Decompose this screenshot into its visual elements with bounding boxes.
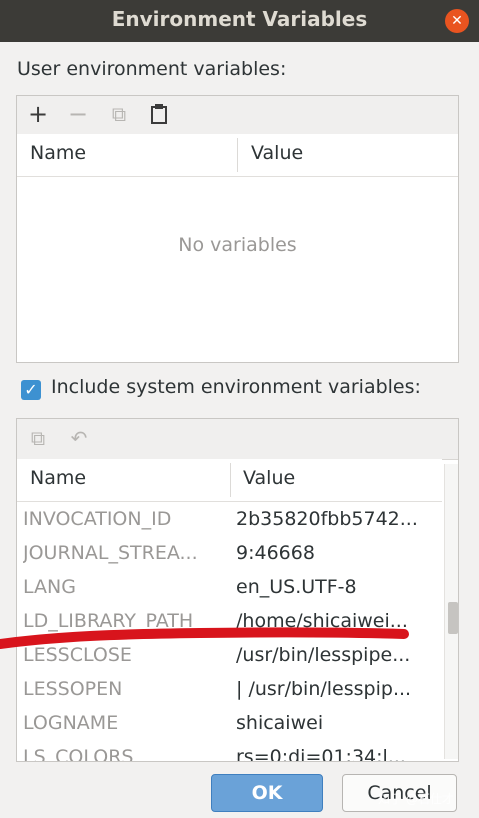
paste-icon[interactable] [148, 103, 170, 125]
remove-icon[interactable]: − [67, 102, 89, 126]
column-divider[interactable] [237, 138, 238, 172]
user-variables-toolbar: + − ⧉ [17, 96, 458, 135]
include-system-label[interactable]: Include system environment variables: [51, 376, 421, 398]
system-variables-panel: ⧉ ↶ Name Value INVOCATION_ID 2b35820fbb5… [16, 418, 459, 762]
close-icon[interactable]: ✕ [445, 9, 469, 33]
variable-value: en_US.UTF-8 [236, 576, 357, 598]
column-divider[interactable] [230, 463, 231, 497]
copy-icon[interactable]: ⧉ [108, 103, 130, 125]
system-variables-header: Name Value [17, 459, 442, 502]
system-name-column-header[interactable]: Name [30, 467, 86, 489]
table-row[interactable]: INVOCATION_ID 2b35820fbb5742... [17, 504, 443, 538]
empty-state-message: No variables [178, 234, 297, 256]
variable-value: | /usr/bin/lesspip... [236, 678, 412, 700]
watermark: 知乎 @石仕才 [378, 792, 454, 806]
variable-name: LOGNAME [23, 712, 119, 734]
undo-icon[interactable]: ↶ [68, 427, 90, 449]
variable-value: 2b35820fbb5742... [236, 508, 418, 530]
user-variables-panel: + − ⧉ Name Value No variables [16, 95, 459, 363]
variable-name: LANG [23, 576, 76, 598]
copy-icon[interactable]: ⧉ [27, 427, 49, 449]
system-value-column-header[interactable]: Value [243, 467, 295, 489]
window-title: Environment Variables [111, 7, 368, 31]
variable-value: 9:46668 [236, 542, 315, 564]
include-system-checkbox[interactable]: ✓ [21, 380, 41, 400]
table-row[interactable]: LS_COLORS rs=0:di=01;34:l... [17, 742, 443, 762]
user-variables-label: User environment variables: [17, 58, 287, 80]
table-row[interactable]: LESSOPEN | /usr/bin/lesspip... [17, 674, 443, 708]
variable-value: shicaiwei [236, 712, 324, 734]
system-variables-toolbar: ⧉ ↶ [17, 419, 458, 460]
add-icon[interactable]: + [27, 102, 49, 126]
title-bar: Environment Variables ✕ [0, 0, 479, 42]
user-value-column-header[interactable]: Value [251, 142, 303, 164]
clipboard-icon-graphic [151, 104, 167, 124]
variable-name: LS_COLORS [23, 746, 134, 762]
table-row[interactable]: JOURNAL_STREA... 9:46668 [17, 538, 443, 572]
table-row[interactable]: LOGNAME shicaiwei [17, 708, 443, 742]
variable-name: LESSOPEN [23, 678, 123, 700]
ok-button[interactable]: OK [211, 774, 323, 812]
variable-name: INVOCATION_ID [23, 508, 172, 530]
variable-value: rs=0:di=01;34:l... [236, 746, 406, 762]
red-underline-annotation [0, 627, 409, 649]
user-name-column-header[interactable]: Name [30, 142, 86, 164]
variable-name: JOURNAL_STREA... [23, 542, 198, 564]
user-variables-header: Name Value [17, 134, 458, 177]
